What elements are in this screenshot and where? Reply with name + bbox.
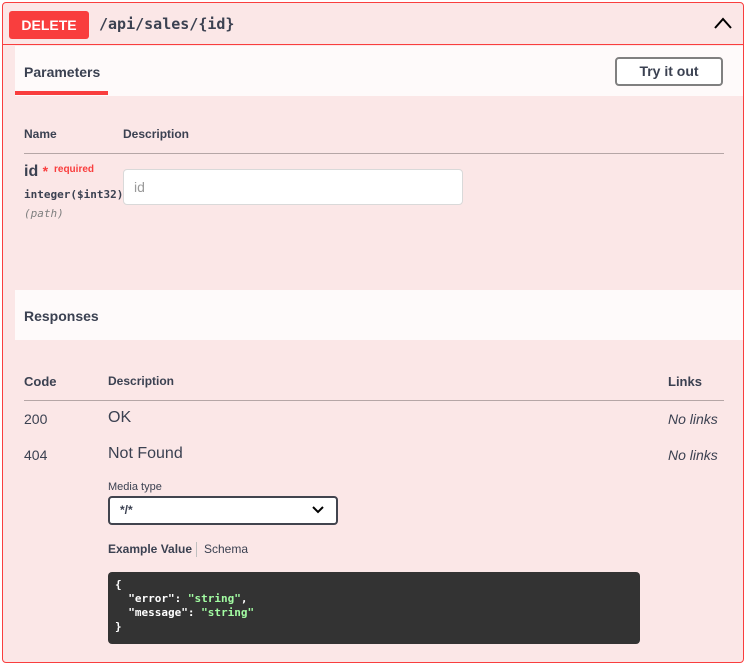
responses-title: Responses xyxy=(24,308,99,324)
delete-operation-block: DELETE /api/sales/{id} Parameters Try it… xyxy=(2,2,744,663)
media-type-label: Media type xyxy=(108,481,162,493)
media-type-select[interactable]: */* xyxy=(108,496,338,525)
responses-header: Responses xyxy=(15,290,743,340)
response-links: No links xyxy=(668,411,718,427)
tab-schema[interactable]: Schema xyxy=(204,542,248,556)
code-key: "message" xyxy=(128,606,188,619)
parameters-header: Parameters Try it out xyxy=(15,46,743,96)
divider xyxy=(24,400,724,401)
response-code: 200 xyxy=(24,411,48,427)
required-star: * xyxy=(42,163,49,179)
id-input[interactable] xyxy=(123,169,463,205)
column-header-links: Links xyxy=(668,374,702,389)
response-description: OK xyxy=(108,409,132,426)
param-name-text: id xyxy=(24,163,39,180)
chevron-down-icon xyxy=(312,506,324,514)
try-it-out-button[interactable]: Try it out xyxy=(615,57,723,86)
operation-summary[interactable]: DELETE /api/sales/{id} xyxy=(3,3,743,45)
tab-example-value[interactable]: Example Value xyxy=(108,542,192,556)
code-close-brace: } xyxy=(115,620,122,633)
divider xyxy=(24,153,724,154)
code-key: "error" xyxy=(128,592,175,605)
column-header-description: Description xyxy=(123,127,190,141)
method-badge: DELETE xyxy=(9,11,89,39)
response-links: No links xyxy=(668,447,718,463)
code-open-brace: { xyxy=(115,578,122,591)
code-string: "string" xyxy=(187,592,241,605)
column-header-response-description: Description xyxy=(108,374,175,388)
response-description: Not Found xyxy=(108,445,183,462)
tab-parameters[interactable]: Parameters xyxy=(24,64,100,80)
param-type: integer($int32) xyxy=(24,188,124,201)
param-location: (path) xyxy=(24,207,64,220)
chevron-up-icon[interactable] xyxy=(713,15,733,31)
tab-underline xyxy=(15,91,108,95)
required-label: required xyxy=(54,164,95,175)
tab-separator xyxy=(196,542,197,557)
code-string: "string" xyxy=(201,606,255,619)
response-code: 404 xyxy=(24,447,48,463)
column-header-code: Code xyxy=(24,374,57,389)
param-name: id * xyxy=(24,163,48,181)
column-header-name: Name xyxy=(24,127,57,141)
example-code-block: { "error": "string", "message": "string"… xyxy=(108,572,640,644)
media-type-value: */* xyxy=(120,503,133,517)
endpoint-path: /api/sales/{id} xyxy=(99,15,235,33)
